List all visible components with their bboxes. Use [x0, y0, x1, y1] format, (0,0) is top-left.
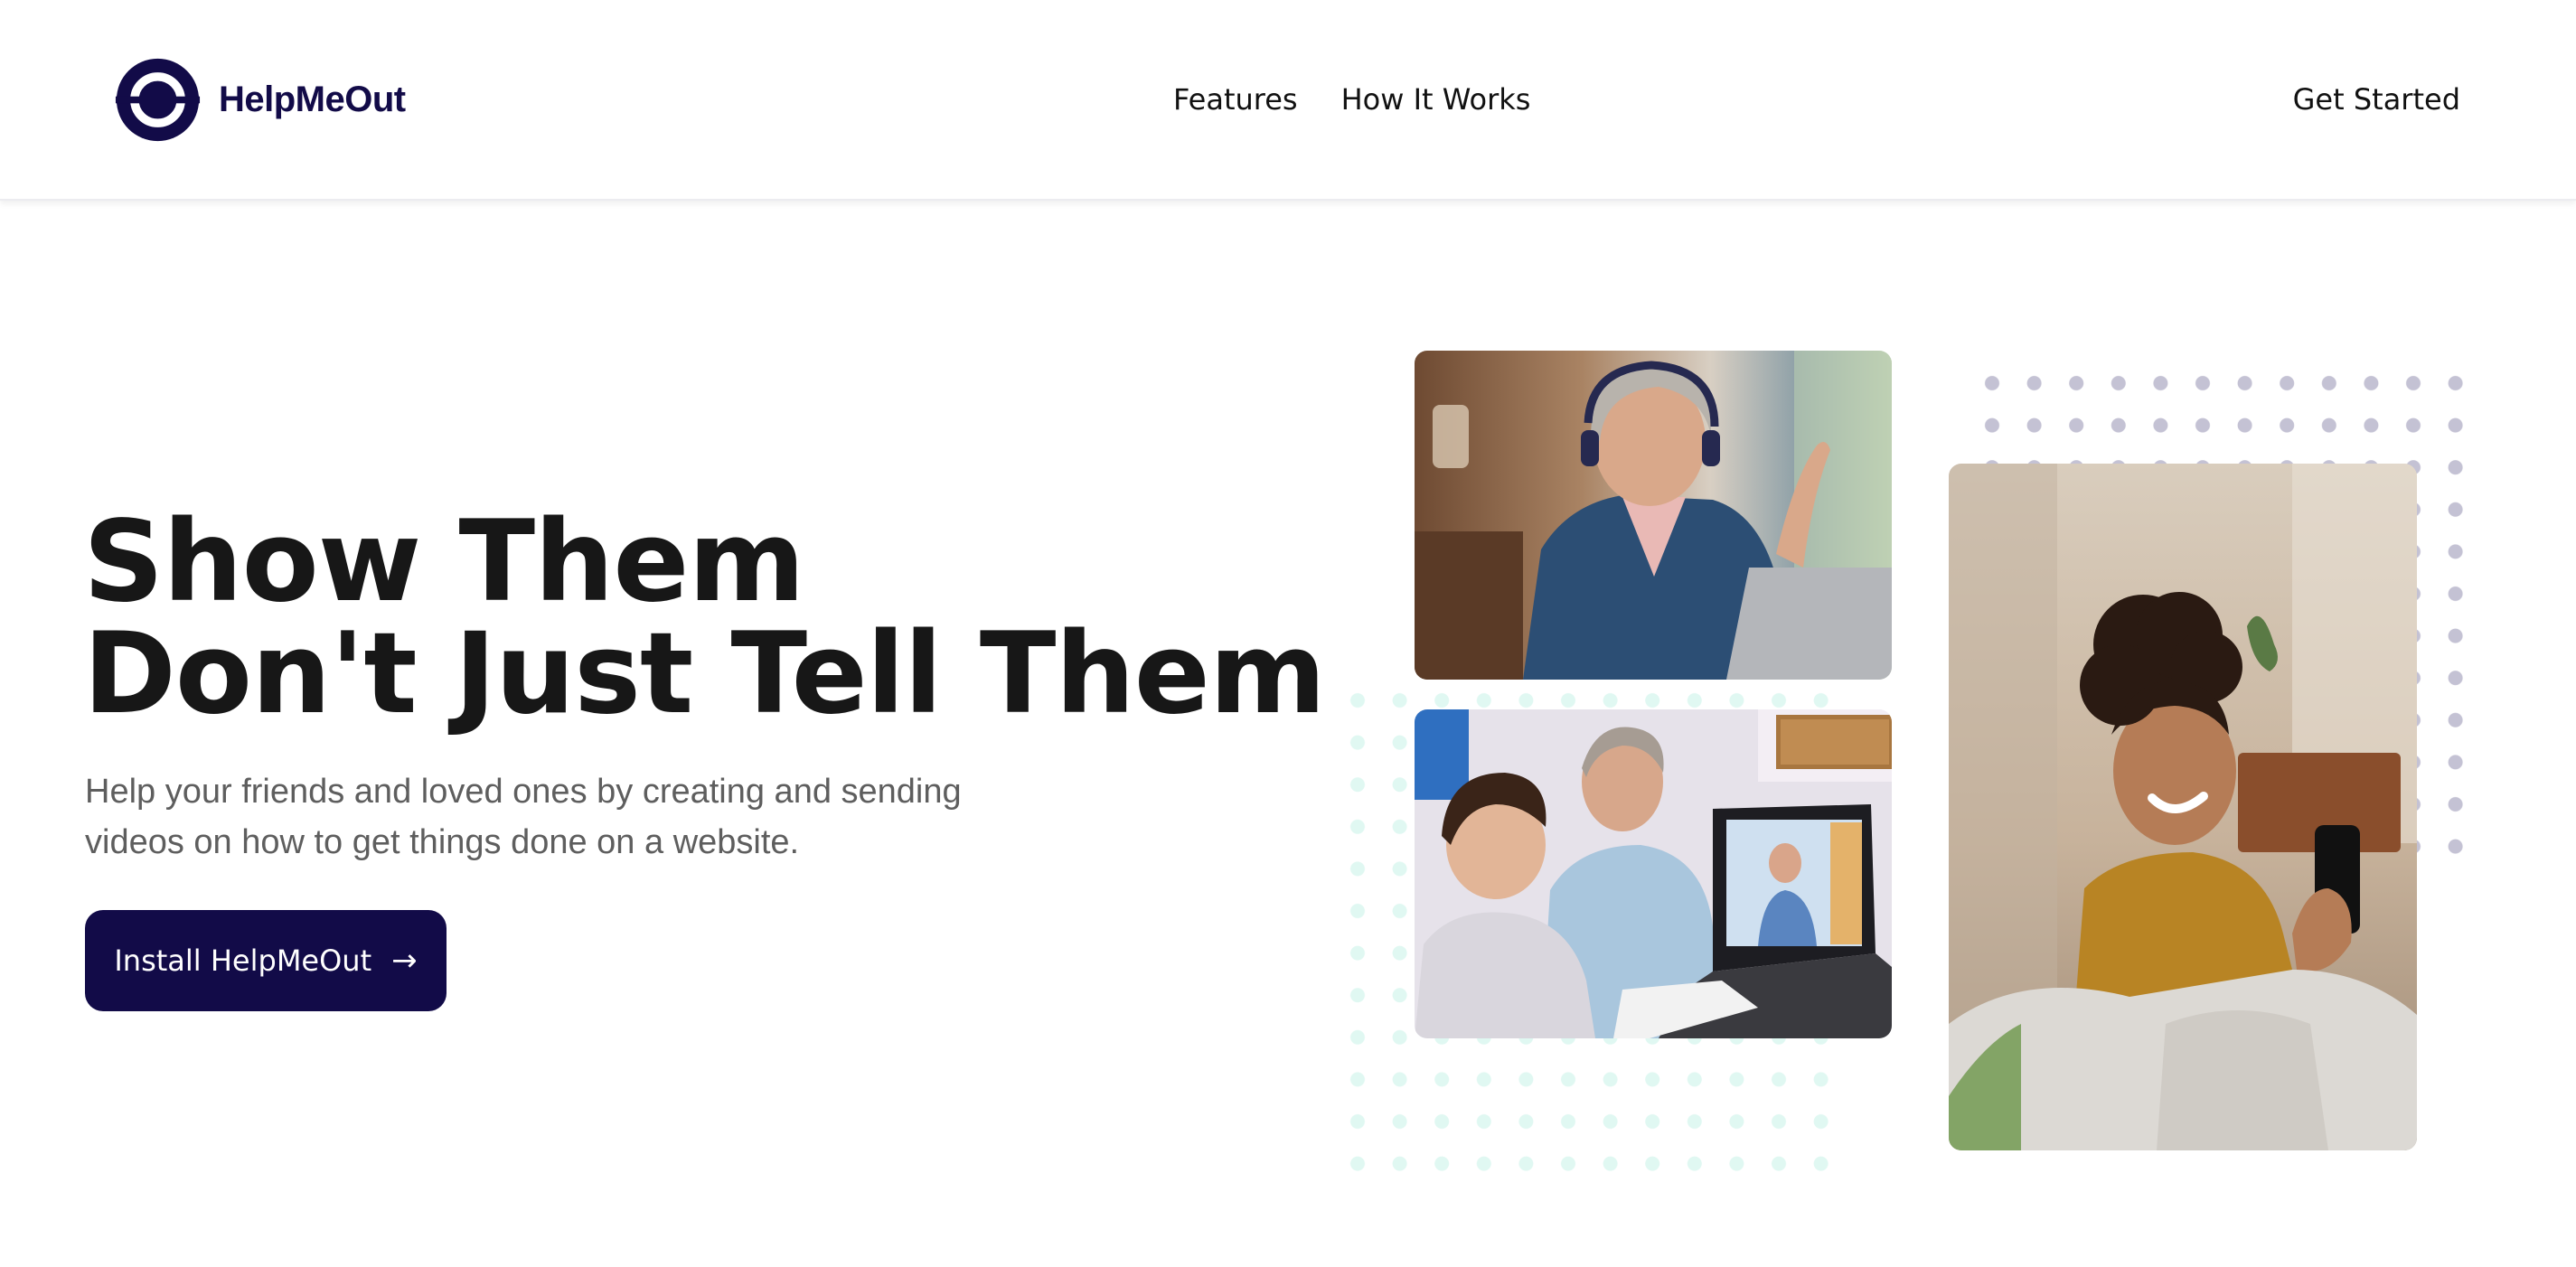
nav-link-features[interactable]: Features [1173, 78, 1298, 121]
hero-title-line-1: Show Them [83, 497, 805, 627]
hero-subtitle: Help your friends and loved ones by crea… [85, 773, 962, 861]
nav-link-how-it-works[interactable]: How It Works [1341, 78, 1531, 121]
woman-with-headphones-on-laptop-photo [1415, 351, 1892, 680]
install-button-label: Install HelpMeOut [114, 943, 372, 978]
hero-title: Show Them Don't Just Tell Them [83, 497, 1326, 739]
brand-name: HelpMeOut [219, 80, 406, 119]
smiling-woman-with-phone-photo [1949, 464, 2417, 1150]
get-started-link[interactable]: Get Started [2293, 78, 2460, 121]
hero-title-line-2: Don't Just Tell Them [83, 609, 1326, 739]
brand-logo-link[interactable]: HelpMeOut [115, 57, 406, 143]
helpmeout-logo-icon [115, 58, 201, 142]
install-helpmeout-button[interactable]: Install HelpMeOut → [85, 910, 447, 1011]
main-nav: Features How It Works [1173, 78, 1530, 121]
arrow-right-icon: → [391, 943, 418, 979]
grandfather-and-boy-at-laptop-photo [1415, 709, 1892, 1038]
navbar: HelpMeOut Features How It Works Get Star… [0, 0, 2576, 201]
